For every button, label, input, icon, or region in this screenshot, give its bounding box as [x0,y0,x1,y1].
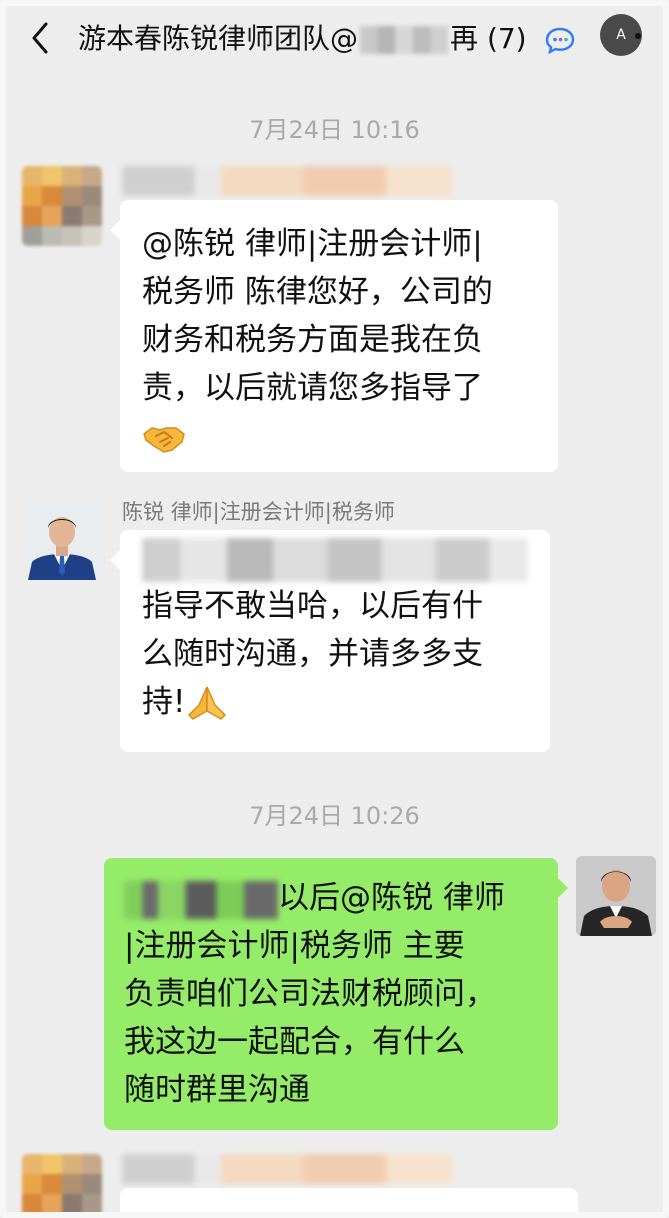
timestamp: 7月24日 10:26 [249,802,420,830]
lawyer-avatar-icon [22,500,102,580]
blurred-avatar-icon [22,1154,102,1218]
folded-hands-emoji-icon [188,686,227,720]
sender-name: 陈锐 律师|注册会计师|税务师 [122,500,395,524]
handshake-emoji-icon [143,426,185,453]
self-avatar-icon [576,856,656,936]
member-count: (7) [486,22,527,55]
chevron-left-icon [32,22,48,54]
message-bubble[interactable]: @陈锐 律师|注册会计师| 税务师 陈律您好，公司的 财务和税务方面是我在负 责… [110,200,558,472]
dot-icon [635,33,641,39]
chat-title: 游本春陈锐律师团队@ 再 (7) [78,18,527,60]
chat-bubble-icon[interactable] [544,24,576,56]
message-line: @陈锐 律师|注册会计师| [142,226,483,262]
message-line: 责，以后就请您多指导了 [142,370,483,406]
message-line-text: 以后@陈锐 律师 [278,880,505,916]
my-avatar[interactable] [576,856,656,936]
message-line: 我这边一起配合，有什么 [124,1024,465,1060]
avatar[interactable] [22,500,102,580]
message-line: 以后@陈锐 律师 [124,874,538,922]
message-line [142,412,536,460]
avatar[interactable] [22,1154,102,1218]
timestamp: 7月24日 10:16 [249,116,420,144]
message-line: 税务师 陈律您好，公司的 [142,274,493,310]
redacted-sender-name [122,166,452,196]
message-line: 指导不敢当哈，以后有什 [142,588,483,624]
blurred-avatar-icon [22,166,102,246]
message-line-text: 持! [142,684,186,720]
redacted-mention [124,880,278,919]
message-line: 持! [142,678,528,726]
back-button[interactable] [26,18,56,58]
message-line: 随时群里沟通 [124,1072,310,1108]
chat-title-prefix: 游本春陈锐律师团队@ [78,22,359,55]
message-bubble-outgoing[interactable]: 以后@陈锐 律师 |注册会计师|税务师 主要 负责咱们公司法财税顾问， 我这边一… [104,858,568,1130]
message-line: 负责咱们公司法财税顾问， [124,976,496,1012]
avatar[interactable] [22,166,102,246]
chat-header: 游本春陈锐律师团队@ 再 (7) A [0,0,669,78]
message-line: 么随时沟通，并请多多支 [142,636,483,672]
message-line: 财务和税务方面是我在负 [142,322,483,358]
chat-title-suffix: 再 [450,22,479,55]
redacted-name [360,26,449,54]
redacted-quote [142,538,528,582]
message-bubble[interactable]: 指导不敢当哈，以后有什 么随时沟通，并请多多支 持! [110,530,550,752]
redacted-sender-name [122,1154,452,1184]
message-line: |注册会计师|税务师 主要 [124,928,465,964]
message-bubble[interactable] [120,1188,578,1218]
